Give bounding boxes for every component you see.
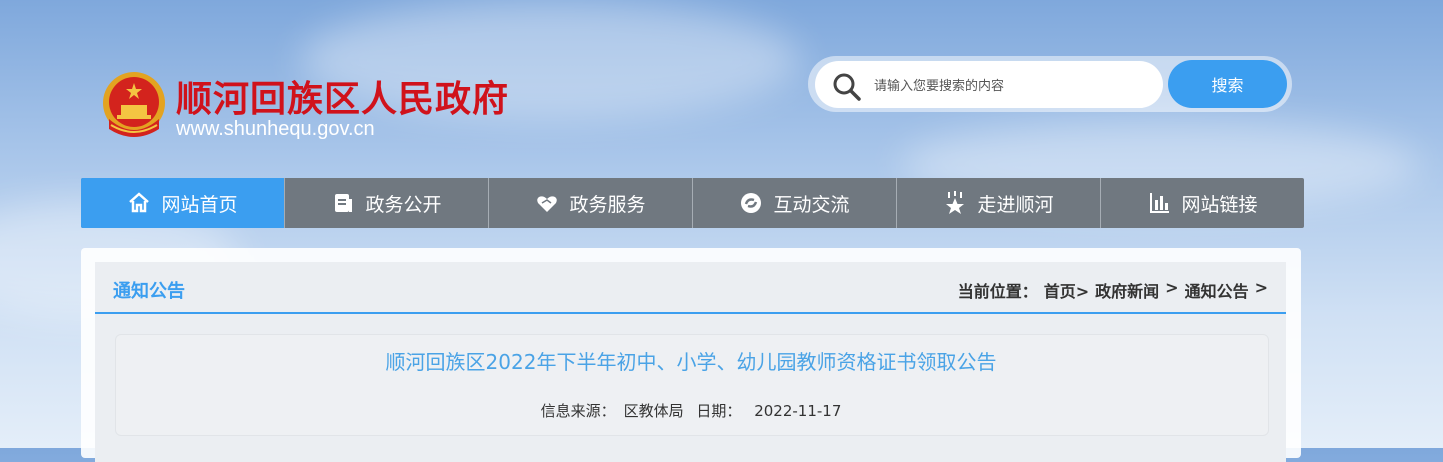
breadcrumb-gov-news[interactable]: 政府新闻	[1095, 278, 1159, 302]
search-button[interactable]: 搜索	[1168, 60, 1287, 108]
site-title: 顺河回族区人民政府	[176, 79, 510, 120]
search-icon	[832, 72, 862, 102]
nav-item-home[interactable]: 网站首页	[81, 178, 285, 228]
nav-item-links[interactable]: 网站链接	[1101, 178, 1304, 228]
nav-item-interaction[interactable]: 互动交流	[693, 178, 897, 228]
article-title: 顺河回族区2022年下半年初中、小学、幼儿园教师资格证书领取公告	[385, 350, 997, 374]
nav-item-label: 网站链接	[1181, 193, 1258, 216]
nav-item-about-shunhe[interactable]: 走进顺河	[897, 178, 1101, 228]
search-input[interactable]	[872, 72, 1156, 100]
star-person-icon	[943, 191, 967, 215]
nav-item-gov-services[interactable]: 政务服务	[489, 178, 693, 228]
home-icon	[127, 191, 151, 215]
nav-item-label: 政务公开	[365, 193, 442, 216]
nav-item-label: 网站首页	[161, 193, 238, 216]
breadcrumb-separator: >	[1254, 278, 1268, 297]
national-emblem-logo	[99, 69, 169, 141]
date-value: 2022-11-17	[754, 402, 842, 420]
handshake-icon	[535, 191, 559, 215]
nav-item-gov-affairs[interactable]: 政务公开	[285, 178, 489, 228]
document-icon	[331, 191, 355, 215]
nav-item-label: 互动交流	[773, 193, 850, 216]
main-nav: 网站首页 政务公开 政务服务 互动交流 走进顺河 网站链接	[81, 178, 1304, 228]
chart-bar-icon	[1147, 191, 1171, 215]
breadcrumb-separator: >	[1165, 278, 1179, 297]
breadcrumb: 当前位置： 首页> 政府新闻 > 通知公告 >	[958, 278, 1268, 302]
source-value: 区教体局	[623, 402, 684, 420]
article-meta: 信息来源： 区教体局 日期： 2022-11-17	[115, 400, 1267, 421]
date-label: 日期：	[696, 402, 742, 420]
breadcrumb-prefix: 当前位置：	[957, 282, 1038, 301]
nav-item-label: 政务服务	[569, 193, 646, 216]
source-label: 信息来源：	[540, 402, 616, 420]
breadcrumb-notices[interactable]: 通知公告	[1185, 278, 1249, 302]
exchange-icon	[739, 191, 763, 215]
section-title: 通知公告	[113, 281, 185, 302]
breadcrumb-home[interactable]: 首页>	[1044, 278, 1089, 302]
site-url: www.shunhequ.gov.cn	[176, 118, 375, 140]
nav-item-label: 走进顺河	[977, 193, 1054, 216]
